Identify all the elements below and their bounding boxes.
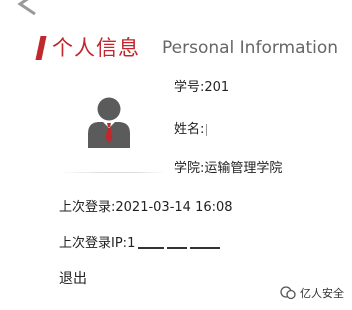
last-login-value: 2021-03-14 16:08 [115, 200, 233, 215]
logout-button[interactable]: 退出 [59, 268, 87, 288]
chevron-left-icon[interactable] [16, 0, 38, 22]
user-avatar-icon [88, 97, 130, 148]
name-label: 姓名: [174, 122, 205, 137]
last-login-label: 上次登录: [59, 200, 116, 215]
student-id-row: 学号:201 [174, 76, 229, 95]
college-label: 学院: [174, 161, 205, 176]
ip-redaction-mask [136, 236, 224, 250]
watermark: 亿人安全 [280, 283, 344, 303]
last-ip-label: 上次登录IP: [59, 236, 128, 251]
watermark-text: 亿人安全 [300, 287, 344, 300]
title-accent-bar [35, 36, 47, 60]
student-id-value: 201 [204, 80, 230, 95]
name-redaction-mark [206, 123, 208, 136]
avatar-divider [60, 172, 166, 173]
last-login-row: 上次登录:2021-03-14 16:08 [59, 196, 233, 215]
college-value: 运输管理学院 [204, 161, 283, 176]
page-header: 个人信息 Personal Information [35, 30, 348, 66]
page-subtitle: Personal Information [162, 38, 339, 58]
last-login-ip-row: 上次登录IP:1 [59, 232, 224, 251]
wechat-channel-icon [280, 286, 296, 300]
name-row: 姓名: [174, 118, 208, 137]
student-id-label: 学号: [174, 80, 205, 95]
college-row: 学院:运输管理学院 [174, 157, 282, 176]
last-ip-value: 1 [127, 236, 136, 251]
page-title: 个人信息 [52, 36, 140, 60]
